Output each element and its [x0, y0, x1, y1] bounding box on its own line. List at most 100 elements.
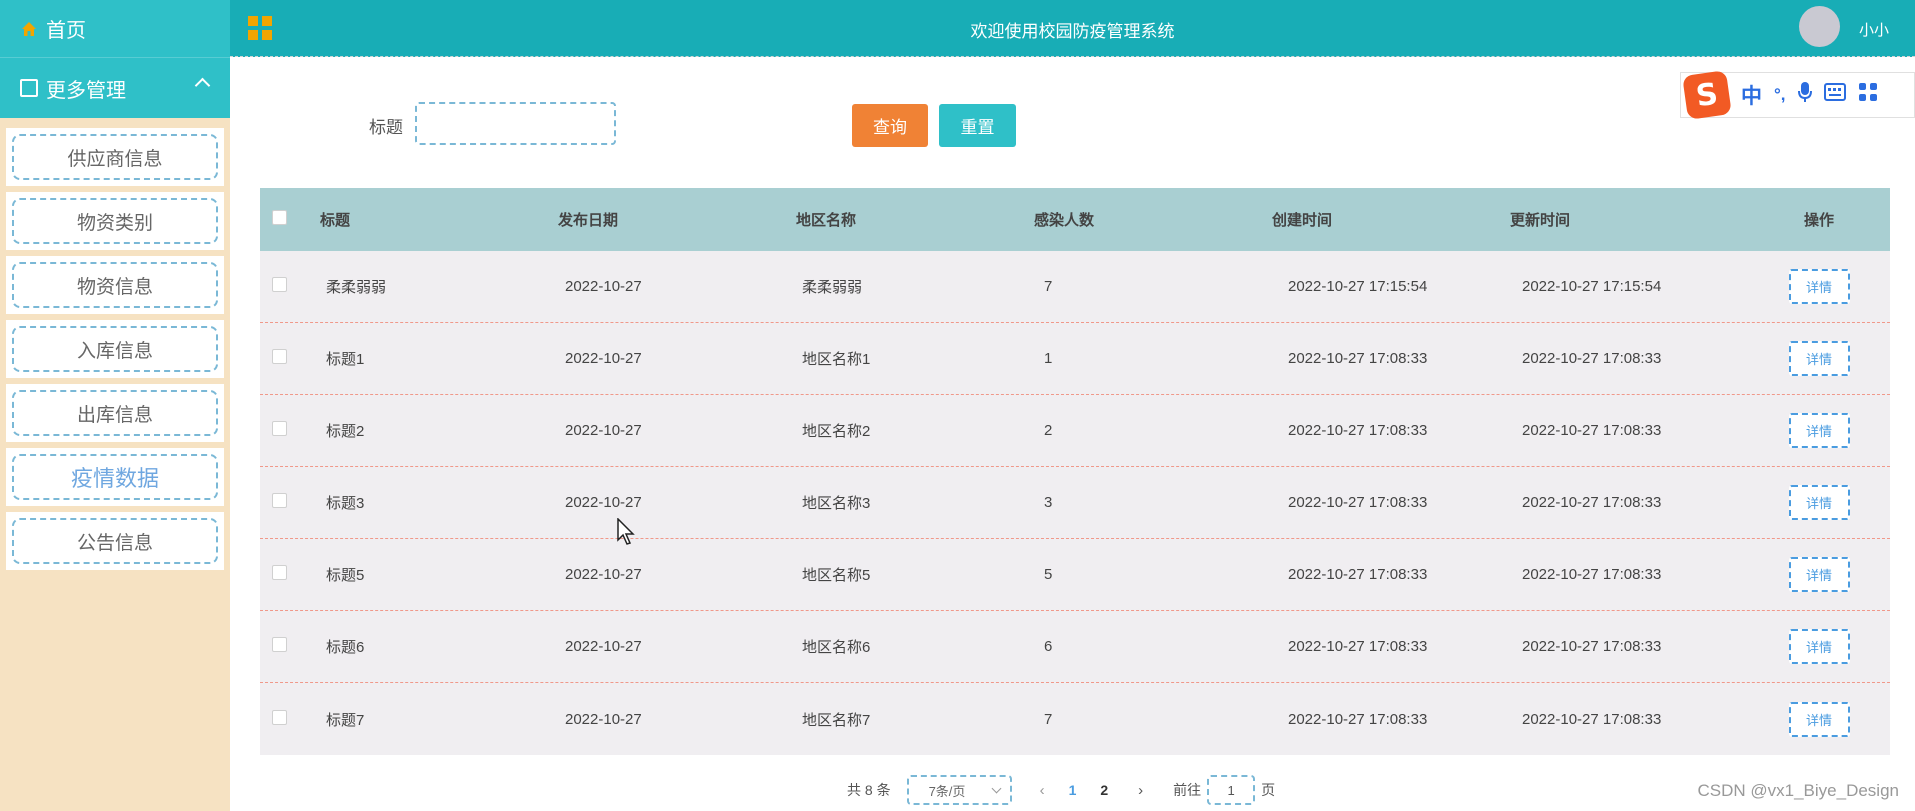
table-row: 标题3 2022-10-27 地区名称3 3 2022-10-27 17:08:…: [260, 467, 1890, 539]
row-checkbox-cell: [260, 349, 320, 368]
sidebar-home[interactable]: 首页: [0, 0, 230, 57]
search-title-label: 标题: [369, 118, 403, 137]
cell-count: 2: [1044, 422, 1053, 439]
apps-icon[interactable]: [1858, 82, 1878, 108]
username[interactable]: 小小: [1859, 19, 1889, 40]
sidebar-item-announcements[interactable]: 公告信息: [6, 512, 224, 570]
cell-region: 地区名称2: [802, 423, 871, 440]
detail-button[interactable]: 详情: [1788, 269, 1850, 304]
cell-region: 地区名称7: [802, 711, 871, 729]
keyboard-icon[interactable]: [1823, 83, 1846, 107]
row-checkbox-cell: [260, 493, 320, 512]
row-checkbox-cell: [260, 565, 320, 584]
cell-updated: 2022-10-27 17:08:33: [1522, 710, 1662, 728]
sidebar-item-epidemic-data[interactable]: 疫情数据: [6, 448, 224, 506]
cell-title: 柔柔弱弱: [326, 279, 387, 296]
page-size-select[interactable]: 7条/页: [906, 775, 1012, 805]
goto-page-input[interactable]: 1: [1207, 775, 1256, 805]
table-row: 标题1 2022-10-27 地区名称1 1 2022-10-27 17:08:…: [260, 323, 1890, 395]
ime-toolbar: S 中 °,: [1680, 70, 1915, 120]
cell-date: 2022-10-27: [565, 422, 642, 439]
ime-chinese-mode[interactable]: 中: [1741, 80, 1762, 110]
sogou-logo-icon[interactable]: S: [1682, 70, 1732, 120]
column-header: 创建时间: [1272, 212, 1333, 229]
column-header: 操作: [1803, 212, 1834, 229]
cell-action: 详情: [1748, 629, 1890, 664]
cell-region: 地区名称5: [802, 567, 871, 584]
table-row: 柔柔弱弱 2022-10-27 柔柔弱弱 7 2022-10-27 17:15:…: [260, 251, 1890, 323]
cell-date: 2022-10-27: [565, 494, 642, 511]
sidebar-item-label: 公告信息: [12, 518, 218, 564]
table-row: 标题6 2022-10-27 地区名称6 6 2022-10-27 17:08:…: [260, 611, 1890, 683]
goto-label: 前往: [1173, 782, 1202, 798]
cell-created: 2022-10-27 17:08:33: [1288, 350, 1428, 367]
sidebar-item-material-categories[interactable]: 物资类别: [6, 192, 224, 250]
column-header: 标题: [320, 212, 351, 229]
home-icon: [20, 20, 38, 38]
cell-action: 详情: [1748, 269, 1890, 304]
cell-date: 2022-10-27: [565, 638, 642, 655]
sidebar-more-label: 更多管理: [46, 79, 126, 102]
cell-action: 详情: [1748, 413, 1890, 448]
sidebar-item-inbound[interactable]: 入库信息: [6, 320, 224, 378]
row-checkbox-cell: [260, 277, 320, 296]
page-number-2[interactable]: 2: [1100, 782, 1108, 798]
row-checkbox-cell: [260, 421, 320, 440]
ime-punctuation[interactable]: °,: [1774, 85, 1786, 105]
cell-action: 详情: [1748, 557, 1890, 592]
sidebar-item-materials[interactable]: 物资信息: [6, 256, 224, 314]
cell-count: 5: [1044, 566, 1053, 583]
row-checkbox[interactable]: [272, 277, 287, 292]
row-checkbox[interactable]: [272, 565, 287, 580]
row-checkbox[interactable]: [272, 421, 287, 436]
next-page-button[interactable]: ›: [1138, 782, 1143, 799]
detail-button[interactable]: 详情: [1788, 701, 1850, 737]
mic-icon[interactable]: [1797, 81, 1812, 109]
select-all-cell: [260, 210, 320, 229]
cell-action: 详情: [1748, 701, 1890, 737]
row-checkbox[interactable]: [272, 349, 287, 364]
table-row: 标题5 2022-10-27 地区名称5 5 2022-10-27 17:08:…: [260, 539, 1890, 611]
cell-count: 3: [1044, 494, 1053, 511]
sidebar-home-label: 首页: [46, 20, 86, 42]
cell-created: 2022-10-27 17:08:33: [1288, 494, 1428, 511]
cell-count: 7: [1044, 710, 1053, 728]
top-bar: 欢迎使用校园防疫管理系统 小小: [230, 0, 1915, 57]
page-number-1[interactable]: 1: [1069, 782, 1077, 798]
query-button[interactable]: 查询: [852, 104, 928, 147]
select-all-checkbox[interactable]: [272, 210, 287, 225]
detail-button[interactable]: 详情: [1788, 557, 1850, 592]
sidebar-item-suppliers[interactable]: 供应商信息: [6, 128, 224, 186]
data-table: 标题 发布日期 地区名称 感染人数 创建时间 更新时间 操作 柔柔弱弱 2022…: [260, 188, 1890, 755]
detail-button[interactable]: 详情: [1788, 629, 1850, 664]
cell-region: 地区名称3: [802, 495, 871, 512]
row-checkbox[interactable]: [272, 709, 287, 725]
detail-button[interactable]: 详情: [1788, 485, 1850, 520]
cell-count: 1: [1044, 350, 1053, 367]
avatar[interactable]: [1799, 6, 1840, 47]
cell-region: 地区名称6: [802, 639, 871, 656]
sidebar-item-label: 入库信息: [12, 326, 218, 372]
copy-icon: [20, 79, 38, 97]
cell-date: 2022-10-27: [565, 566, 642, 583]
sidebar-more-management[interactable]: 更多管理: [0, 57, 230, 118]
mouse-cursor-icon: [617, 518, 635, 545]
row-checkbox[interactable]: [272, 637, 287, 652]
reset-button[interactable]: 重置: [939, 104, 1016, 147]
row-checkbox[interactable]: [272, 493, 287, 508]
sidebar-item-outbound[interactable]: 出库信息: [6, 384, 224, 442]
sidebar-item-label: 物资信息: [12, 262, 218, 308]
cell-region: 柔柔弱弱: [802, 279, 863, 296]
cell-date: 2022-10-27: [565, 350, 642, 367]
sidebar-item-label: 物资类别: [12, 198, 218, 244]
cell-created: 2022-10-27 17:08:33: [1288, 422, 1428, 439]
detail-button[interactable]: 详情: [1788, 341, 1850, 376]
cell-date: 2022-10-27: [565, 710, 642, 728]
goto-suffix: 页: [1261, 782, 1276, 798]
prev-page-button[interactable]: ‹: [1040, 782, 1045, 799]
sidebar-item-label: 疫情数据: [12, 454, 218, 500]
search-title-input[interactable]: [415, 102, 616, 145]
cell-title: 标题2: [326, 423, 365, 440]
column-header: 地区名称: [796, 212, 857, 229]
detail-button[interactable]: 详情: [1788, 413, 1850, 448]
